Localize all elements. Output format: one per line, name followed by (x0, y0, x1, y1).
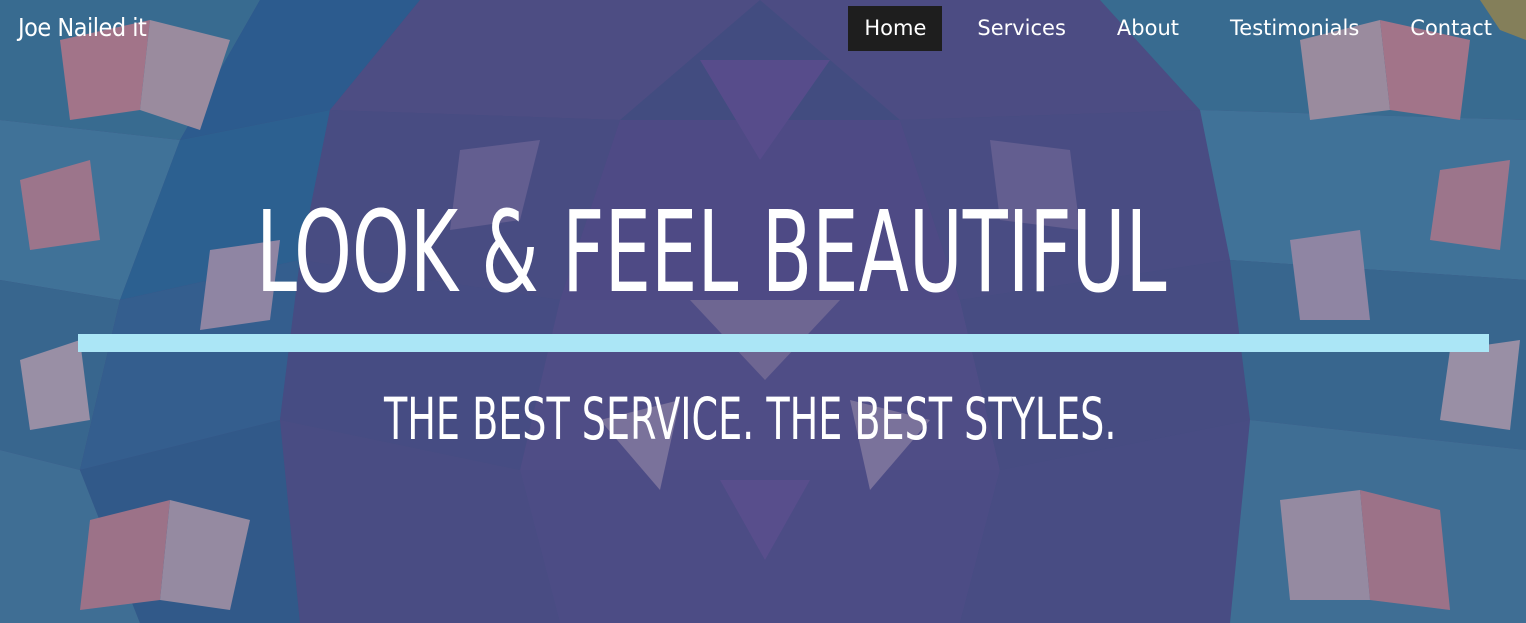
nav-item-services[interactable]: Services (961, 6, 1082, 51)
nav-item-home[interactable]: Home (848, 6, 943, 51)
hero-title: LOOK & FEEL BEAUTIFUL (256, 188, 1167, 318)
hero-title-container: LOOK & FEEL BEAUTIFUL (212, 186, 1356, 320)
hero-subtitle: THE BEST SERVICE. THE BEST STYLES. (384, 385, 1117, 453)
hero-divider (78, 334, 1489, 352)
nav-item-about[interactable]: About (1101, 6, 1195, 51)
nav-item-testimonials[interactable]: Testimonials (1214, 6, 1375, 51)
brand-logo[interactable]: Joe Nailed it (18, 8, 147, 48)
hero-subtitle-container: THE BEST SERVICE. THE BEST STYLES. (384, 384, 1284, 454)
main-nav: Home Services About Testimonials Contact (829, 6, 1508, 51)
nav-item-contact[interactable]: Contact (1394, 6, 1508, 51)
page: Joe Nailed it Home Services About Testim… (0, 0, 1526, 623)
